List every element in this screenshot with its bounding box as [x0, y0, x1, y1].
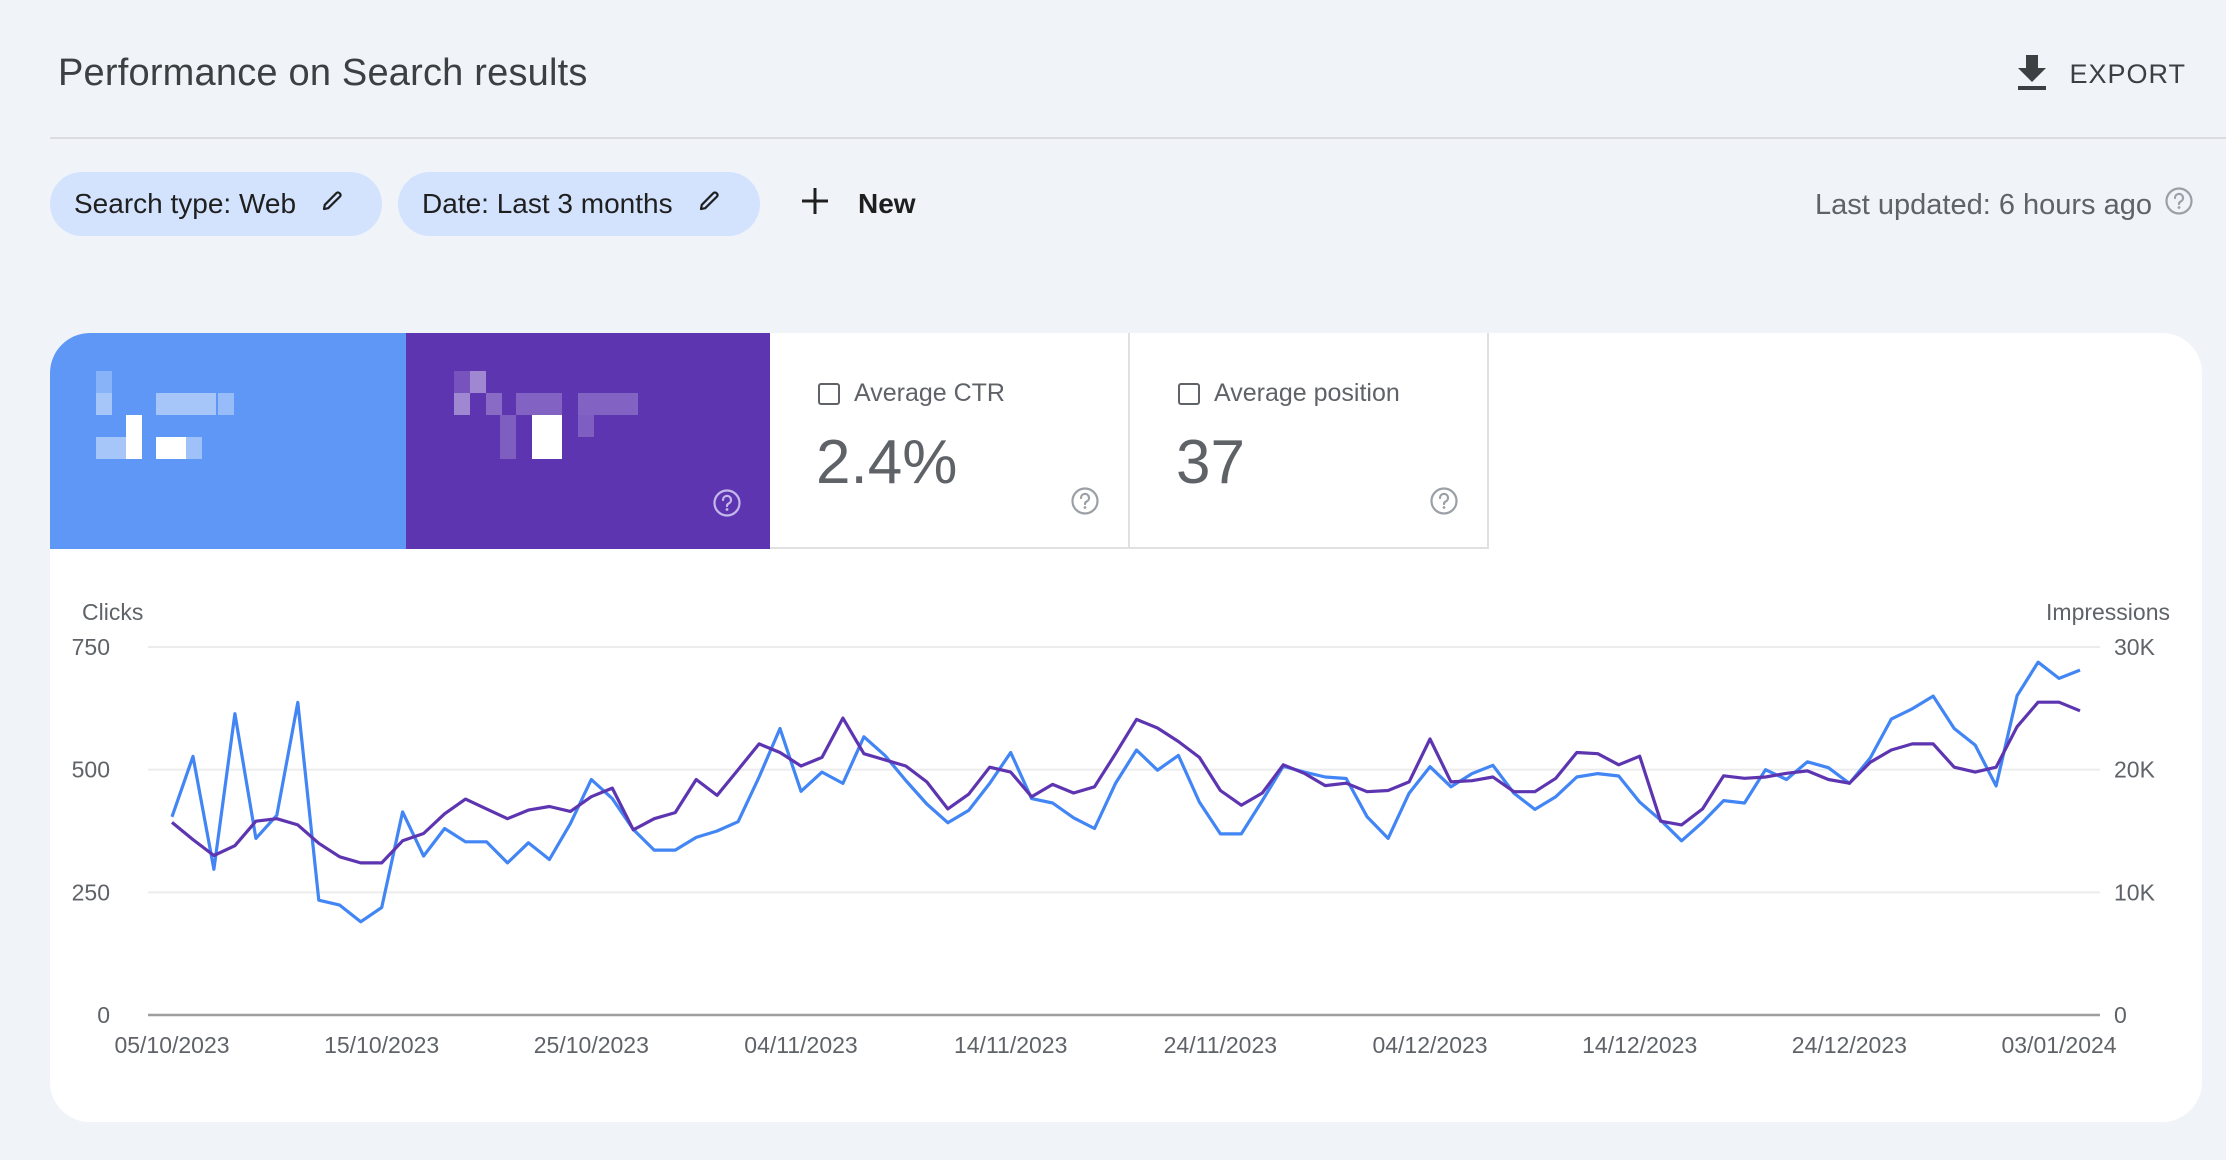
last-updated: Last updated: 6 hours ago: [1815, 186, 2194, 224]
x-tick-label: 24/11/2023: [1164, 1032, 1277, 1058]
x-tick-label: 25/10/2023: [534, 1032, 649, 1058]
help-circle-icon[interactable]: [2164, 186, 2194, 224]
left-tick-label: 250: [72, 879, 110, 905]
performance-card: Average CTR 2.4% Average position 37 Cli…: [50, 333, 2202, 1122]
right-tick-label: 0: [2114, 1002, 2127, 1028]
x-tick-label: 24/12/2023: [1792, 1032, 1907, 1058]
left-tick-label: 500: [72, 757, 110, 783]
download-icon: [2015, 53, 2049, 96]
filter-chip-date[interactable]: Date: Last 3 months: [398, 172, 760, 236]
series-line-clicks[interactable]: [170, 660, 2081, 924]
left-axis-title: Clicks: [82, 599, 143, 625]
pencil-icon: [320, 188, 344, 220]
right-tick-label: 10K: [2114, 879, 2156, 905]
page-title: Performance on Search results: [58, 52, 588, 94]
chip-label: Date: Last 3 months: [422, 188, 673, 219]
header-divider: [50, 137, 2226, 139]
right-axis-title: Impressions: [2046, 599, 2170, 625]
chip-label: Search type: Web: [74, 188, 297, 219]
export-button[interactable]: EXPORT: [2015, 52, 2186, 96]
export-label: EXPORT: [2069, 58, 2186, 89]
left-tick-label: 750: [72, 634, 110, 660]
plus-icon: [800, 186, 830, 223]
right-tick-label: 20K: [2114, 757, 2156, 783]
right-tick-label: 30K: [2114, 634, 2156, 660]
left-tick-label: 0: [97, 1002, 110, 1028]
filter-chip-search-type[interactable]: Search type: Web: [50, 172, 382, 236]
x-tick-label: 05/10/2023: [114, 1032, 229, 1058]
series-points-clicks: [171, 662, 2081, 922]
x-tick-label: 15/10/2023: [324, 1032, 439, 1058]
pencil-icon: [697, 188, 721, 220]
x-tick-label: 14/11/2023: [954, 1032, 1067, 1058]
x-tick-label: 04/11/2023: [744, 1032, 857, 1058]
x-tick-label: 03/01/2024: [2001, 1032, 2116, 1058]
x-tick-label: 04/12/2023: [1372, 1032, 1487, 1058]
performance-chart[interactable]: Clicks Impressions 0 250 500 750 0 10K 20K 30K 0…: [50, 333, 2202, 1122]
last-updated-text: Last updated: 6 hours ago: [1815, 188, 2152, 221]
x-tick-label: 14/12/2023: [1582, 1032, 1697, 1058]
new-label: New: [858, 188, 916, 219]
new-filter-button[interactable]: New: [800, 176, 916, 232]
